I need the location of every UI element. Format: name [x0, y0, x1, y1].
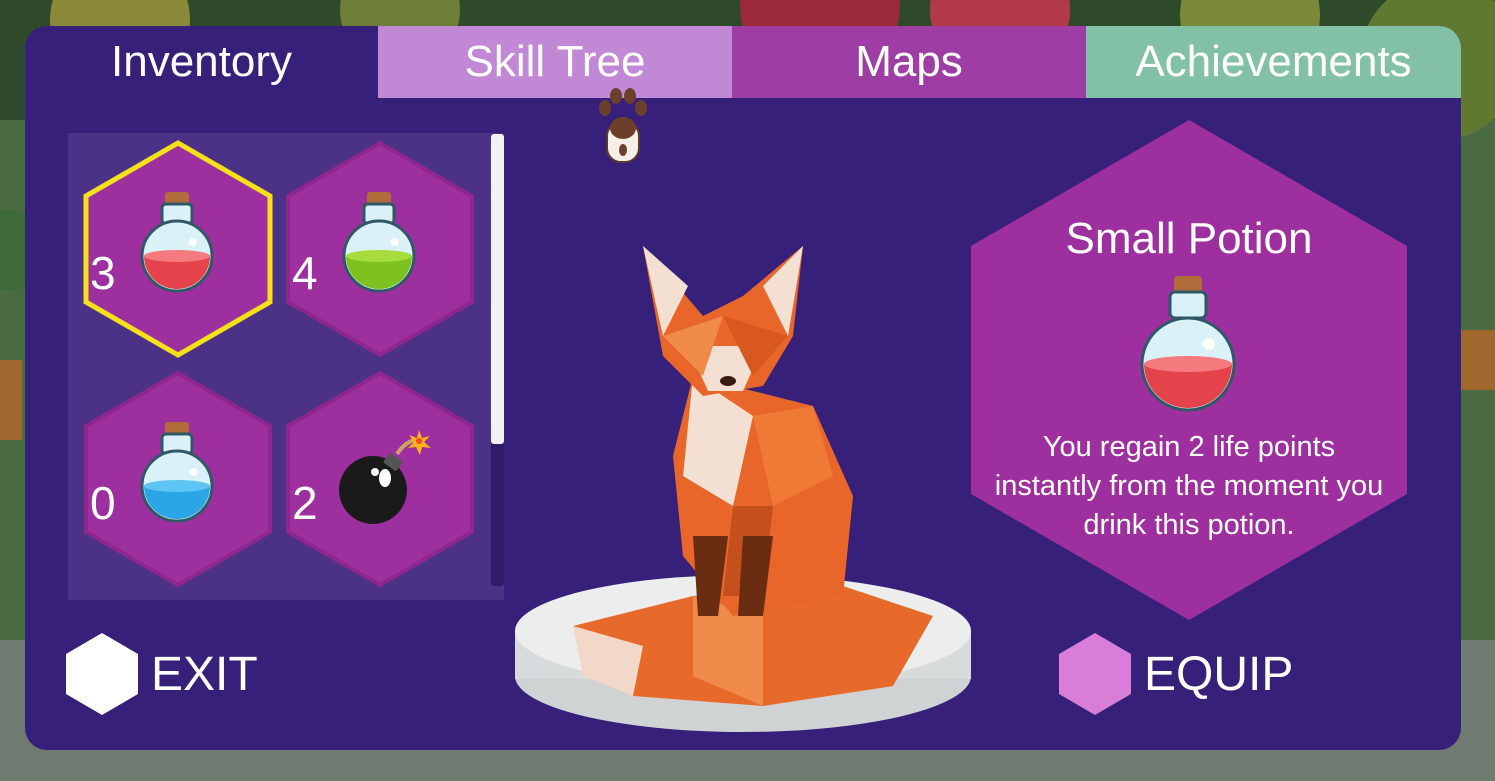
item-description: You regain 2 life points instantly from …: [994, 431, 1384, 541]
item-count: 0: [90, 477, 116, 529]
exit-button[interactable]: EXIT: [65, 632, 258, 716]
tab-bar: Inventory Skill Tree Maps Achievements: [25, 26, 1461, 98]
exit-label: EXIT: [151, 647, 258, 701]
tab-inventory[interactable]: Inventory: [25, 26, 378, 98]
inventory-scrollbar[interactable]: [491, 134, 504, 586]
tab-maps[interactable]: Maps: [732, 26, 1086, 98]
blue-potion-icon: [140, 422, 214, 523]
equip-hex-icon: [1059, 633, 1131, 715]
red-potion-icon: [140, 192, 214, 293]
bomb-icon: [339, 430, 431, 524]
item-detail-panel: Small Potion You regain 2 life points in…: [969, 118, 1409, 622]
inventory-slot-blue-potion[interactable]: 0: [83, 370, 273, 588]
tab-achievements[interactable]: Achievements: [1086, 26, 1461, 98]
fox-model: [515, 246, 971, 732]
item-count: 2: [292, 477, 318, 529]
paw-cursor-icon: [599, 88, 647, 163]
item-count: 4: [292, 247, 318, 299]
item-count: 3: [90, 247, 116, 299]
inventory-slot-red-potion[interactable]: 3: [83, 140, 273, 358]
green-potion-icon: [342, 192, 416, 293]
tab-skill-tree[interactable]: Skill Tree: [378, 26, 732, 98]
inventory-slot-bomb[interactable]: 2: [285, 370, 475, 588]
inventory-panel: Inventory Skill Tree Maps Achievements 3: [25, 26, 1461, 750]
red-potion-icon: [1140, 276, 1236, 412]
equip-button[interactable]: EQUIP: [1058, 632, 1293, 716]
inventory-grid: 3 4 0 2: [68, 133, 504, 600]
item-title: Small Potion: [1065, 214, 1313, 263]
exit-hex-icon: [66, 633, 138, 715]
scrollbar-thumb[interactable]: [491, 134, 504, 444]
equip-label: EQUIP: [1144, 647, 1294, 701]
inventory-slot-green-potion[interactable]: 4: [285, 140, 475, 358]
